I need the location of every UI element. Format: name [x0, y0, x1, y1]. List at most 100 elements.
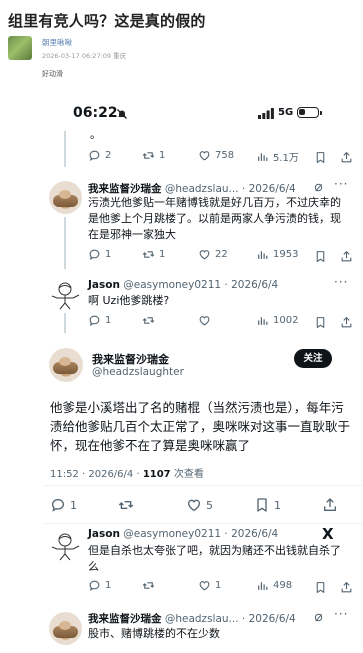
like-icon: [198, 248, 211, 261]
reply-icon: [88, 248, 101, 261]
reply-count: 1: [105, 249, 112, 260]
like-icon: [198, 579, 211, 592]
share-button[interactable]: [340, 248, 353, 267]
share-button[interactable]: [340, 149, 353, 168]
like-button[interactable]: 22: [198, 248, 228, 261]
like-button[interactable]: 5: [186, 497, 213, 513]
like-icon: [198, 314, 211, 327]
like-count: 1: [215, 580, 222, 591]
tweet-header: 我来监督沙瑞金 @headzslau... · 2026/6/4: [88, 611, 296, 626]
divider: [44, 523, 363, 524]
retweet-icon: [142, 314, 155, 327]
grok-icon[interactable]: [313, 612, 324, 623]
bookmark-button[interactable]: [314, 248, 327, 267]
bookmark-button[interactable]: [314, 314, 327, 333]
retweet-icon: [142, 248, 155, 261]
handle[interactable]: @easymoney0211: [123, 279, 221, 291]
main-tweet-time: 11:52 · 2026/6/4 ·: [50, 469, 143, 480]
reply-button[interactable]: 1: [88, 248, 111, 261]
signal-icon: [258, 108, 274, 119]
share-button[interactable]: [322, 497, 338, 517]
reply-count: 1: [70, 498, 77, 512]
bell-muted-icon: [117, 109, 127, 119]
bookmark-button[interactable]: 1: [254, 497, 281, 513]
tweet-header: 我来监督沙瑞金 @headzslau... · 2026/6/4: [88, 181, 296, 196]
main-avatar[interactable]: [49, 348, 83, 382]
share-button[interactable]: [340, 579, 353, 598]
like-button[interactable]: 1: [198, 579, 221, 592]
display-name[interactable]: 我来监督沙瑞金: [88, 183, 162, 195]
more-icon[interactable]: ···: [334, 177, 348, 191]
reply-button[interactable]: 1: [88, 314, 111, 327]
tweet-date: · 2026/6/4: [224, 528, 279, 540]
main-display-name[interactable]: 我来监督沙瑞金: [92, 351, 169, 367]
like-button[interactable]: 758: [198, 149, 234, 162]
post-title: 组里有竞人吗？这是真的假的: [8, 12, 206, 30]
more-icon[interactable]: ···: [334, 275, 348, 289]
views-count: 5.1万: [273, 153, 299, 164]
main-tweet-text: 他爹是小溪塔出了名的赌棍（当然污渍也是），每年污渍给他爹贴几百个太正常了，奥咪咪…: [50, 400, 351, 453]
retweet-button[interactable]: [142, 579, 159, 592]
main-views-count: 1107: [142, 469, 171, 480]
avatar[interactable]: [49, 530, 82, 563]
follow-button[interactable]: 关注: [294, 349, 332, 368]
x-logo-icon: X: [322, 525, 334, 543]
like-icon: [198, 149, 211, 162]
views-button[interactable]: 498: [256, 579, 292, 592]
bookmark-button[interactable]: [314, 579, 327, 598]
tweet-date: · 2026/6/4: [241, 613, 296, 625]
network-type: 5G: [278, 107, 294, 118]
retweet-button[interactable]: [118, 497, 138, 513]
like-icon: [186, 497, 202, 513]
more-icon[interactable]: ···: [334, 607, 348, 621]
poster-avatar[interactable]: [8, 36, 32, 60]
bookmark-icon: [254, 497, 270, 513]
reply-button[interactable]: 1: [88, 579, 111, 592]
divider: [44, 485, 363, 486]
display-name[interactable]: 我来监督沙瑞金: [88, 613, 162, 625]
bookmark-count: 1: [274, 498, 281, 512]
reply-count: 1: [105, 580, 112, 591]
handle[interactable]: @headzslau...: [165, 183, 239, 195]
retweet-button[interactable]: 1: [142, 248, 165, 261]
avatar[interactable]: [49, 181, 82, 214]
retweet-count: 1: [159, 249, 166, 260]
display-name[interactable]: Jason: [88, 528, 120, 540]
retweet-button[interactable]: [142, 314, 159, 327]
handle[interactable]: @easymoney0211: [123, 528, 221, 540]
poster-username[interactable]: 朝里啾啾: [42, 37, 72, 48]
main-tweet-meta: 11:52 · 2026/6/4 · 1107 次查看: [50, 465, 204, 480]
reply-count: 2: [105, 150, 112, 161]
share-icon: [322, 497, 338, 513]
share-icon: [340, 581, 353, 594]
views-icon: [256, 314, 269, 327]
reply-button[interactable]: 2: [88, 149, 111, 162]
reply-count: 1: [105, 315, 112, 326]
retweet-button[interactable]: 1: [142, 149, 165, 162]
display-name[interactable]: Jason: [88, 279, 120, 291]
tweet-date: · 2026/6/4: [224, 279, 279, 291]
views-icon: [256, 579, 269, 592]
tweet-actions: 1 1002: [88, 314, 353, 330]
views-button[interactable]: 5.1万: [256, 149, 299, 164]
views-button[interactable]: 1953: [256, 248, 298, 261]
share-icon: [340, 250, 353, 263]
main-handle[interactable]: @headzslaughter: [92, 366, 184, 378]
like-button[interactable]: [198, 314, 215, 327]
battery-icon: [297, 107, 322, 118]
avatar[interactable]: [49, 612, 82, 645]
tweet-actions: 2 1 758 5.1万: [88, 149, 353, 165]
bookmark-icon: [314, 316, 327, 329]
grok-icon[interactable]: [313, 182, 324, 193]
bookmark-button[interactable]: [314, 149, 327, 168]
share-button[interactable]: [340, 314, 353, 333]
post-meta: 2026-03-17 06:27:09 重庆: [42, 52, 127, 60]
tweet-actions: 1 1 22 1953: [88, 248, 353, 264]
tweet-header: Jason @easymoney0211 · 2026/6/4: [88, 528, 278, 540]
avatar[interactable]: [49, 279, 82, 312]
like-count: 5: [206, 498, 213, 512]
views-button[interactable]: 1002: [256, 314, 298, 327]
handle[interactable]: @headzslau...: [165, 613, 239, 625]
reply-button[interactable]: 1: [50, 497, 77, 513]
tweet-actions: 1 1 498: [88, 579, 353, 595]
